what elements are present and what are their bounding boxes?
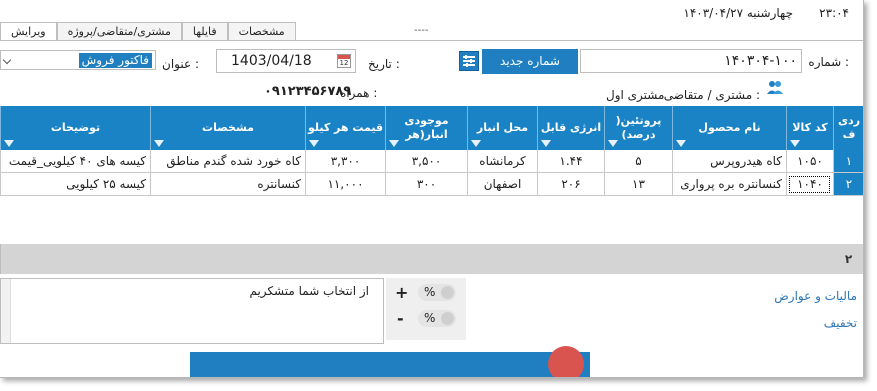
title-label: عنوان : [162,57,199,71]
cell-code[interactable]: ۱۰۴۰ [786,173,833,196]
header-row-num: ردی ف [833,106,863,150]
bottom-strip [190,352,590,377]
cell-protein[interactable]: ۵ [604,150,672,173]
header-name[interactable]: نام محصول [672,106,786,150]
current-date: چهارشنبه ۱۴۰۳/۰۴/۲۷ [683,6,793,20]
cell-desc[interactable]: کیسه های ۴۰ کیلویی_قیمت [0,150,150,173]
table-footer [0,244,863,274]
date-label: تاریخ : [368,57,400,71]
title-value: فاکتور فروش [78,53,152,68]
customer-icon[interactable] [766,79,784,95]
status-dot [548,346,584,377]
header-energy[interactable]: انرژی قابل [537,106,604,150]
customer-value: مشتری اول [606,88,665,102]
chevron-down-icon [2,55,12,65]
title-select[interactable]: فاکتور فروش [0,50,156,70]
cell-protein[interactable]: ۱۳ [604,173,672,196]
cell-spec[interactable]: کاه خورد شده گندم مناطق [150,150,305,173]
cell-desc[interactable]: کیسه ۲۵ کیلویی [0,173,150,196]
dash-placeholder: ---- [414,25,429,36]
calendar-icon[interactable]: 12 [337,54,351,68]
tab-edit[interactable]: ویرایش [0,22,57,40]
tab-files[interactable]: فایلها [181,22,228,40]
cell-stock[interactable]: ۳,۵۰۰ [385,150,467,173]
table-row[interactable]: ۱ [833,150,863,173]
date-field[interactable]: 1403/04/18 12 [216,49,356,73]
items-table: ردی ف کد کالا نام محصول پروتئین( درصد) ا… [0,106,863,274]
taxes-link[interactable]: مالیات و عوارض [774,289,857,303]
mobile-value: ۰۹۱۲۳۴۵۶۷۸۹ [264,84,352,99]
tab-specs[interactable]: مشخصات [227,22,296,40]
number-field[interactable]: ۱۴۰۳۰۴-۱۰۰ [580,49,802,73]
cell-spec[interactable]: کنسانتره [150,173,305,196]
minus-button[interactable]: - [397,309,404,328]
row-count: ۲ [833,244,863,274]
cell-place[interactable]: اصفهان [467,173,537,196]
plus-button[interactable]: + [395,283,408,302]
clock: ۲۳:۰۴ [819,6,849,20]
tab-bar: ویرایش مشتری/متقاضی/پروژه فایلها مشخصات [0,22,296,40]
tax-percent-toggle[interactable]: % [418,284,456,301]
cell-energy[interactable]: ۲۰۶ [537,173,604,196]
discount-percent-toggle[interactable]: % [418,310,456,327]
header-protein[interactable]: پروتئین( درصد) [604,106,672,150]
app-window: ۲۳:۰۴ چهارشنبه ۱۴۰۳/۰۴/۲۷ ---- ویرایش مش… [0,0,864,378]
cell-energy[interactable]: ۱.۴۴ [537,150,604,173]
header-code[interactable]: کد کالا [786,106,833,150]
header-desc[interactable]: توضیحات [0,106,150,150]
header-spec[interactable]: مشخصات [150,106,305,150]
notes-textarea[interactable]: از انتخاب شما متشکریم [0,278,384,344]
discount-link[interactable]: تخفیف [824,316,857,330]
cell-price[interactable]: ۳,۳۰۰ [305,150,385,173]
cell-code[interactable]: ۱۰۵۰ [786,150,833,173]
cell-place[interactable]: کرمانشاه [467,150,537,173]
header-price[interactable]: قیمت هر کیلو [305,106,385,150]
date-value: 1403/04/18 [231,53,312,69]
table-row[interactable]: ۲ [833,173,863,196]
tab-customer-project[interactable]: مشتری/متقاضی/پروژه [56,22,182,40]
new-number-button[interactable]: شماره جدید [482,49,578,74]
customer-label: مشتری / متقاضی : [663,88,760,102]
cell-stock[interactable]: ۳۰۰ [385,173,467,196]
settings-icon[interactable] [459,51,479,71]
tab-divider [0,40,863,41]
number-label: شماره : [808,55,849,69]
new-number-label: شماره جدید [500,54,560,68]
header-place[interactable]: محل انبار [467,106,537,150]
header-stock[interactable]: موجودی انبار(هر [385,106,467,150]
scrollbar[interactable] [1,279,11,343]
number-value: ۱۴۰۳۰۴-۱۰۰ [724,53,797,69]
cell-name[interactable]: کنسانتره بره پرواری [672,173,786,196]
cell-name[interactable]: کاه هیدروپرس [672,150,786,173]
notes-text: از انتخاب شما متشکریم [249,284,369,298]
cell-price[interactable]: ۱۱,۰۰۰ [305,173,385,196]
